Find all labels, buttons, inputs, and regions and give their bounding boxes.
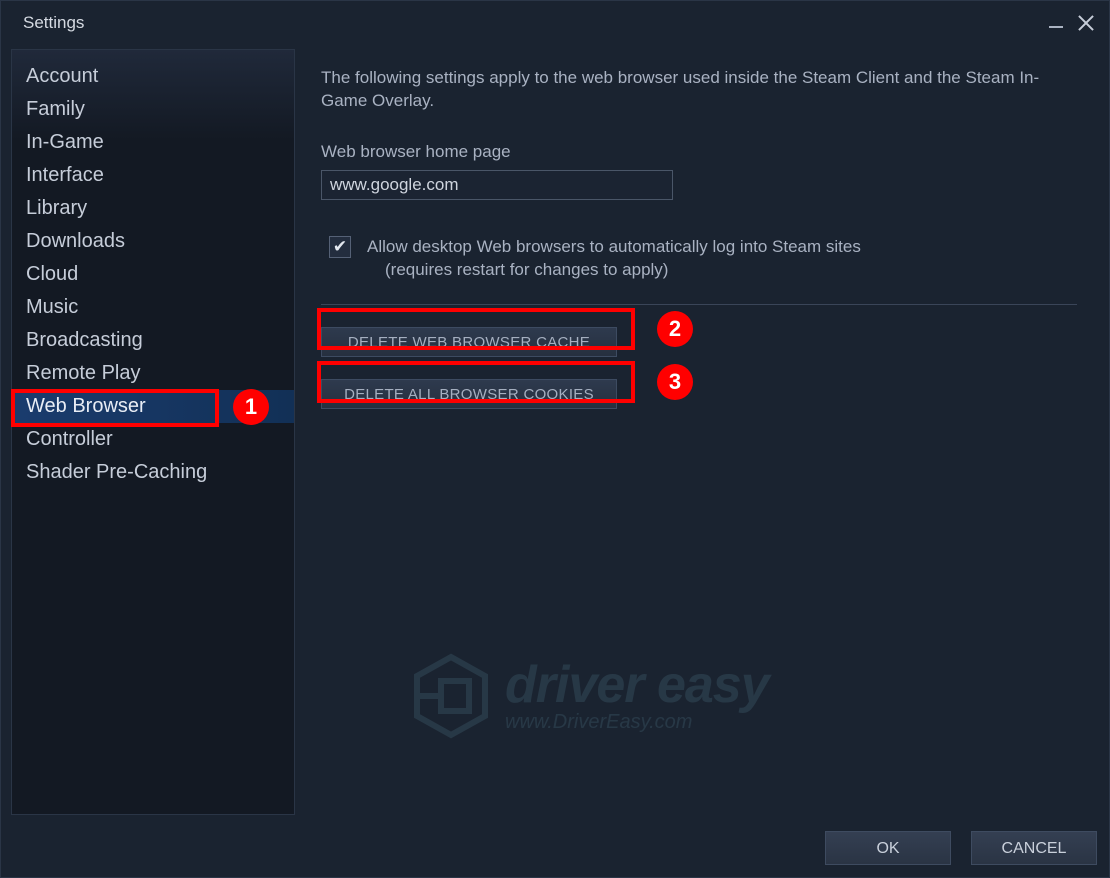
allow-desktop-line1: Allow desktop Web browsers to automatica… — [367, 236, 861, 259]
allow-desktop-line2: (requires restart for changes to apply) — [367, 259, 861, 282]
allow-desktop-text: Allow desktop Web browsers to automatica… — [367, 236, 861, 282]
homepage-label: Web browser home page — [321, 141, 1077, 164]
ok-label: OK — [876, 840, 899, 857]
minimize-icon[interactable] — [1049, 26, 1063, 28]
sidebar-item-music[interactable]: Music — [12, 291, 294, 324]
sidebar-item-label: Cloud — [26, 263, 78, 285]
sidebar-item-interface[interactable]: Interface — [12, 159, 294, 192]
settings-sidebar: Account Family In-Game Interface Library… — [11, 49, 295, 815]
sidebar-item-label: Account — [26, 65, 98, 87]
sidebar-item-shader-pre-caching[interactable]: Shader Pre-Caching — [12, 456, 294, 489]
body-area: Account Family In-Game Interface Library… — [1, 45, 1109, 815]
delete-cookies-label: DELETE ALL BROWSER COOKIES — [344, 386, 594, 403]
panel-description: The following settings apply to the web … — [321, 67, 1077, 113]
sidebar-item-label: Downloads — [26, 230, 125, 252]
settings-window: Settings Account Family In-Game Interfac… — [0, 0, 1110, 878]
close-icon[interactable] — [1077, 14, 1095, 32]
dialog-footer: OK CANCEL — [825, 831, 1097, 865]
sidebar-item-label: Interface — [26, 164, 104, 186]
sidebar-item-downloads[interactable]: Downloads — [12, 225, 294, 258]
ok-button[interactable]: OK — [825, 831, 951, 865]
sidebar-item-controller[interactable]: Controller — [12, 423, 294, 456]
allow-desktop-checkbox[interactable]: ✔ — [329, 236, 351, 258]
sidebar-item-remote-play[interactable]: Remote Play — [12, 357, 294, 390]
sidebar-item-in-game[interactable]: In-Game — [12, 126, 294, 159]
delete-cookies-button[interactable]: DELETE ALL BROWSER COOKIES — [321, 379, 617, 409]
sidebar-item-library[interactable]: Library — [12, 192, 294, 225]
homepage-input[interactable] — [321, 170, 673, 200]
sidebar-item-cloud[interactable]: Cloud — [12, 258, 294, 291]
sidebar-item-label: Library — [26, 197, 87, 219]
sidebar-item-broadcasting[interactable]: Broadcasting — [12, 324, 294, 357]
cancel-button[interactable]: CANCEL — [971, 831, 1097, 865]
sidebar-item-label: Music — [26, 296, 78, 318]
sidebar-item-label: Web Browser — [26, 395, 146, 417]
sidebar-item-label: Controller — [26, 428, 113, 450]
sidebar-item-web-browser[interactable]: Web Browser — [12, 390, 294, 423]
cancel-label: CANCEL — [1002, 840, 1067, 857]
allow-desktop-row: ✔ Allow desktop Web browsers to automati… — [321, 236, 1077, 282]
titlebar: Settings — [1, 1, 1109, 45]
sidebar-item-label: Remote Play — [26, 362, 141, 384]
sidebar-item-family[interactable]: Family — [12, 93, 294, 126]
sidebar-item-label: Family — [26, 98, 85, 120]
sidebar-item-label: Shader Pre-Caching — [26, 461, 207, 483]
content-panel: The following settings apply to the web … — [295, 49, 1099, 815]
window-title: Settings — [23, 13, 84, 33]
window-controls — [1049, 14, 1095, 32]
delete-cache-label: DELETE WEB BROWSER CACHE — [348, 334, 590, 351]
sidebar-item-account[interactable]: Account — [12, 60, 294, 93]
delete-cache-button[interactable]: DELETE WEB BROWSER CACHE — [321, 327, 617, 357]
sidebar-item-label: In-Game — [26, 131, 104, 153]
sidebar-item-label: Broadcasting — [26, 329, 143, 351]
